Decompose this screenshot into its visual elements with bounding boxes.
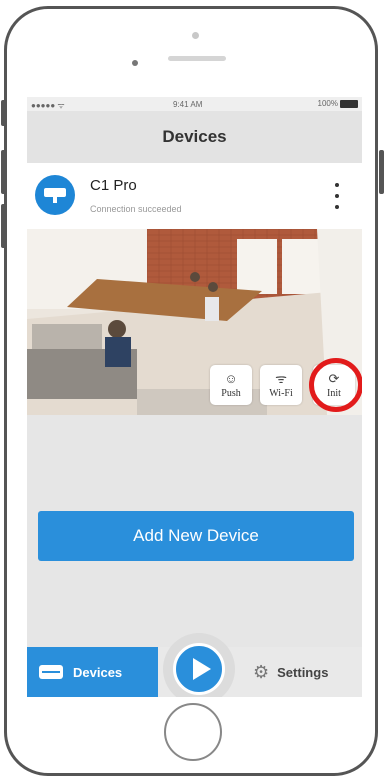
tab-bar: Devices ⚙ Settings: [27, 633, 362, 697]
gear-icon: ⚙: [253, 661, 270, 682]
play-button-wrap: [163, 633, 235, 697]
device-list-item[interactable]: C1 Pro Connection succeeded: [27, 163, 362, 229]
tab-devices-label: Devices: [73, 664, 123, 680]
earpiece-speaker: [168, 56, 226, 61]
signal-indicator: ●●●●● ᯤ: [31, 101, 65, 110]
side-button-volume-up: [1, 150, 6, 194]
tab-settings[interactable]: ⚙ Settings: [253, 647, 328, 697]
more-options-icon[interactable]: [334, 183, 340, 209]
home-button[interactable]: [164, 703, 222, 761]
wifi-label: Wi-Fi: [269, 387, 293, 399]
app-screen: ●●●●● ᯤ 9:41 AM 100% Devices C1 Pro Conn…: [27, 97, 362, 697]
push-icon: ☺: [224, 370, 238, 386]
wifi-icon: ᯤ: [275, 370, 287, 386]
status-time: 9:41 AM: [173, 100, 203, 109]
play-button[interactable]: [173, 643, 225, 695]
play-icon: [192, 658, 211, 680]
side-button-power: [379, 150, 384, 194]
battery-indicator: 100%: [318, 99, 358, 108]
device-status: Connection succeeded: [90, 204, 182, 214]
tab-devices[interactable]: Devices: [27, 647, 158, 697]
status-bar: ●●●●● ᯤ 9:41 AM 100%: [27, 97, 362, 111]
battery-icon: [340, 99, 358, 108]
highlight-circle: [309, 358, 362, 412]
tab-settings-label: Settings: [277, 664, 329, 680]
sensor-dot: [132, 60, 138, 66]
camera-preview[interactable]: ☺ Push ᯤ Wi-Fi ⟳ Init: [27, 229, 362, 415]
devices-icon: [39, 665, 63, 679]
nav-bar: Devices: [27, 111, 362, 163]
page-title: Devices: [162, 127, 227, 146]
add-new-device-button[interactable]: Add New Device: [38, 511, 354, 561]
wifi-button[interactable]: ᯤ Wi-Fi: [260, 365, 302, 405]
camera-device-icon: [35, 175, 75, 215]
side-button-mute: [1, 100, 6, 126]
push-button[interactable]: ☺ Push: [210, 365, 252, 405]
front-camera-icon: [192, 32, 199, 39]
battery-percent: 100%: [317, 99, 338, 108]
device-name: C1 Pro: [90, 177, 137, 194]
push-label: Push: [221, 387, 241, 399]
side-button-volume-down: [1, 204, 6, 248]
